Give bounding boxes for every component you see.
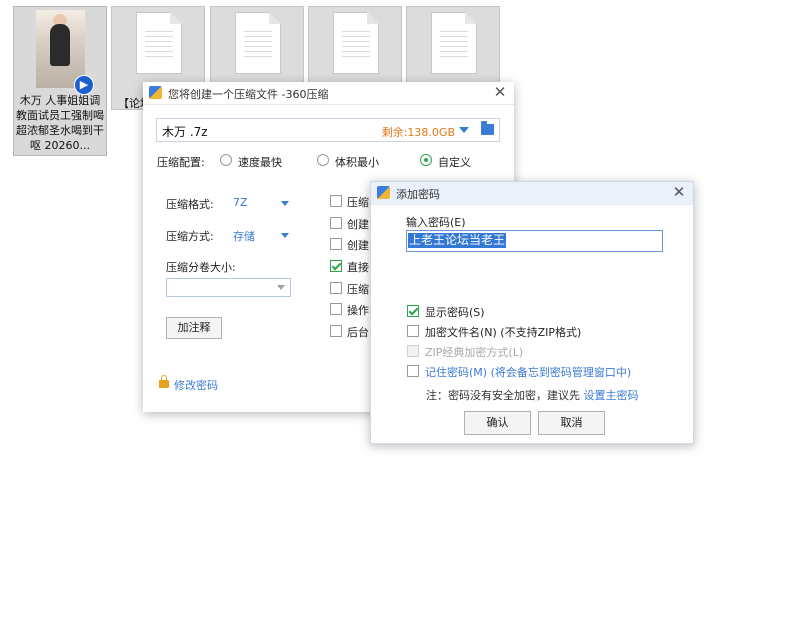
password-value: 上老王论坛当老王	[408, 233, 507, 248]
document-icon	[431, 12, 477, 74]
option-checkbox[interactable]	[330, 282, 342, 294]
lock-icon	[159, 375, 169, 388]
compress-dialog-title: 您将创建一个压缩文件 -360压缩	[168, 88, 329, 101]
document-icon	[333, 12, 379, 74]
radio-label: 体积最小	[335, 156, 379, 169]
archive-path-field[interactable]: 木万 .7z 剩余:138.0GB	[156, 118, 500, 142]
radio-icon	[420, 154, 432, 166]
video-play-icon: ▶	[74, 75, 94, 95]
option-label: 创建	[347, 218, 369, 231]
zip-classic-encryption-label: ZIP经典加密方式(L)	[425, 346, 524, 359]
option-label: 直接	[347, 261, 369, 274]
config-label: 压缩配置:	[157, 156, 205, 169]
radio-label: 自定义	[438, 156, 471, 169]
confirm-button[interactable]: 确认	[464, 411, 531, 435]
note-text: 注：密码没有安全加密，建议先	[426, 389, 584, 402]
format-label: 压缩格式:	[166, 198, 214, 211]
document-icon	[235, 12, 281, 74]
show-password-checkbox[interactable]	[407, 305, 419, 317]
option-checkbox[interactable]	[330, 195, 342, 207]
free-space-text: 剩余:138.0GB	[381, 126, 455, 139]
document-icon	[136, 12, 182, 74]
option-checkbox[interactable]	[330, 260, 342, 272]
set-master-password-link[interactable]: 设置主密码	[584, 389, 639, 402]
compress-config-row: 压缩配置: 速度最快 体积最小 自定义	[157, 154, 497, 170]
split-size-label: 压缩分卷大小:	[166, 261, 236, 274]
password-dialog-title: 添加密码	[396, 188, 440, 201]
option-checkbox[interactable]	[330, 217, 342, 229]
change-password-link[interactable]: 修改密码	[174, 377, 218, 393]
360-compress-icon	[377, 186, 390, 199]
radio-label: 速度最快	[238, 156, 282, 169]
show-password-label: 显示密码(S)	[425, 306, 485, 319]
close-icon[interactable]: ✕	[671, 184, 687, 200]
option-label: 后台	[347, 326, 369, 339]
password-input[interactable]: 上老王论坛当老王	[406, 230, 663, 252]
option-label: 创建	[347, 239, 369, 252]
chevron-down-icon[interactable]	[281, 233, 289, 238]
option-label: 压缩	[347, 283, 369, 296]
360-compress-icon	[149, 86, 162, 99]
archive-path-text: 木万 .7z	[162, 125, 208, 139]
option-label: 操作	[347, 304, 369, 317]
radio-icon	[220, 154, 232, 166]
split-size-select[interactable]	[166, 278, 291, 297]
add-password-dialog: 添加密码 ✕ 输入密码(E) 上老王论坛当老王 显示密码(S) 加密文件名(N)…	[370, 181, 694, 444]
add-comment-button[interactable]: 加注释	[166, 317, 222, 339]
password-dialog-titlebar[interactable]: 添加密码 ✕	[371, 182, 693, 205]
chevron-down-icon	[277, 285, 285, 290]
remember-password-label[interactable]: 记住密码(M) (将会备忘到密码管理窗口中)	[425, 364, 631, 380]
video-file-tile[interactable]: ▶ 木万 人事姐姐调教面试员工强制喝超浓郁圣水喝到干呕 20260...	[13, 6, 107, 156]
zip-classic-encryption-checkbox[interactable]	[407, 345, 419, 357]
encrypt-filenames-label: 加密文件名(N) (不支持ZIP格式)	[425, 326, 582, 339]
compress-dialog-titlebar[interactable]: 您将创建一个压缩文件 -360压缩 ✕	[143, 82, 514, 105]
folder-icon[interactable]	[481, 121, 494, 135]
method-label: 压缩方式:	[166, 230, 214, 243]
option-checkbox[interactable]	[330, 238, 342, 250]
format-select[interactable]: 7Z	[233, 196, 248, 209]
option-label: 压缩	[347, 196, 369, 209]
chevron-down-icon[interactable]	[281, 201, 289, 206]
remember-password-checkbox[interactable]	[407, 365, 419, 377]
encrypt-filenames-checkbox[interactable]	[407, 325, 419, 337]
chevron-down-icon[interactable]	[459, 127, 469, 133]
radio-icon	[317, 154, 329, 166]
option-checkbox[interactable]	[330, 303, 342, 315]
security-note: 注：密码没有安全加密，建议先 设置主密码	[426, 387, 639, 403]
close-icon[interactable]: ✕	[492, 84, 508, 100]
cancel-button[interactable]: 取消	[538, 411, 605, 435]
password-input-label: 输入密码(E)	[406, 216, 466, 229]
option-checkbox[interactable]	[330, 325, 342, 337]
file-caption: 木万 人事姐姐调教面试员工强制喝超浓郁圣水喝到干呕 20260...	[16, 94, 104, 152]
method-select[interactable]: 存储	[233, 228, 255, 244]
